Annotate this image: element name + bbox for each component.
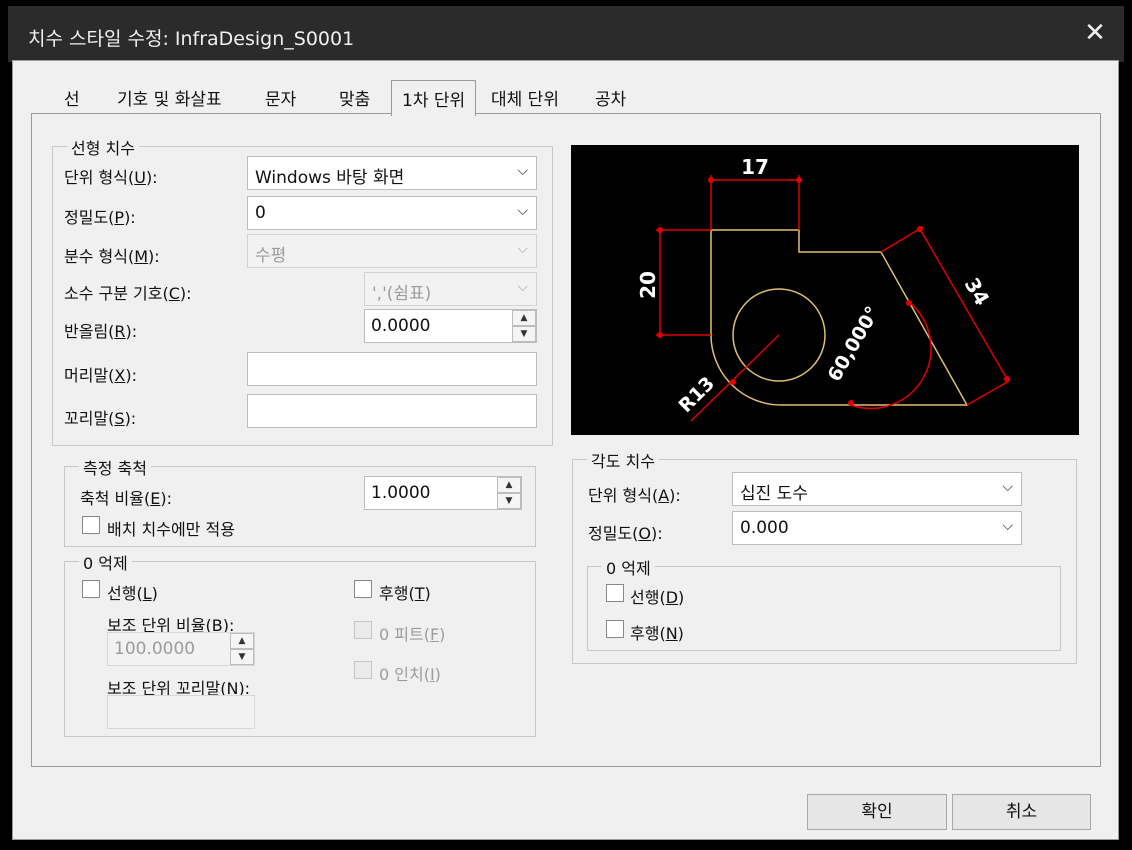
chevron-down-icon: ⌵: [1002, 518, 1013, 534]
unit-format-label: 단위 형식(U):: [64, 168, 158, 187]
leading-zero-label: 선행(L): [107, 584, 158, 603]
angular-trailing-zero-label: 후행(N): [630, 624, 684, 643]
round-off-input[interactable]: 0.0000 ▲ ▼: [364, 309, 537, 343]
decimal-separator-value: ','(쉼표): [372, 284, 432, 304]
window-title: 치수 스타일 수정: InfraDesign_S0001: [28, 28, 355, 50]
spin-down-icon[interactable]: ▼: [512, 326, 536, 342]
linear-group-label: 선형 치수: [67, 135, 139, 159]
preview-pane: 17 20 34 60,000° R13: [571, 145, 1079, 435]
spin-down-icon[interactable]: ▼: [497, 493, 521, 509]
round-off-spinner[interactable]: ▲ ▼: [512, 310, 536, 342]
angular-unit-format-value: 십진 도수: [740, 484, 808, 504]
precision-value: 0: [255, 203, 266, 223]
preview-drawing: 17 20 34 60,000° R13: [636, 155, 1010, 422]
tab-fit[interactable]: 맞춤: [339, 85, 370, 110]
preview-dim-top-text: 17: [741, 155, 769, 179]
tab-strip: 선 기호 및 화살표 문자 맞춤 1차 단위 대체 단위 공차: [13, 61, 1118, 116]
spin-down-icon[interactable]: ▼: [230, 649, 254, 665]
scale-factor-spinner[interactable]: ▲ ▼: [497, 477, 521, 509]
preview-dim-angle-text: 60,000°: [824, 303, 884, 386]
linear-zero-suppression-label: 0 억제: [79, 550, 132, 574]
zero-inches-label: 0 인치(I): [379, 665, 441, 684]
precision-select[interactable]: 0 ⌵: [247, 196, 537, 230]
spin-up-icon[interactable]: ▲: [497, 477, 521, 493]
dialog-window: 치수 스타일 수정: InfraDesign_S0001 ✕ 선 기호 및 화살…: [0, 0, 1132, 850]
scale-factor-value: 1.0000: [371, 483, 431, 503]
suffix-label: 꼬리말(S):: [64, 409, 137, 428]
scale-factor-input[interactable]: 1.0000 ▲ ▼: [364, 476, 522, 510]
tab-tolerances[interactable]: 공차: [595, 85, 626, 110]
trailing-zero-label: 후행(T): [379, 584, 431, 603]
round-off-value: 0.0000: [371, 316, 431, 336]
preview-dim-top: [710, 175, 800, 230]
prefix-label: 머리말(X):: [64, 366, 138, 385]
leading-zero-checkbox[interactable]: [82, 580, 100, 598]
chevron-down-icon: ⌵: [517, 203, 528, 219]
angular-precision-select[interactable]: 0.000 ⌵: [732, 511, 1022, 545]
angular-unit-format-select[interactable]: 십진 도수 ⌵: [732, 472, 1022, 506]
tab-alternate-units[interactable]: 대체 단위: [491, 85, 559, 110]
chevron-down-icon: ⌵: [517, 241, 528, 257]
measurement-scale-label: 측정 축척: [79, 455, 151, 479]
angular-group-label: 각도 치수: [587, 448, 659, 472]
angular-leading-zero-checkbox[interactable]: [606, 584, 624, 602]
zero-inches-checkbox[interactable]: [354, 661, 372, 679]
ok-button[interactable]: 확인: [807, 794, 947, 830]
fraction-format-label: 분수 형식(M):: [64, 247, 160, 266]
chevron-down-icon: ⌵: [517, 279, 528, 295]
title-bar: 치수 스타일 수정: InfraDesign_S0001 ✕: [8, 6, 1124, 62]
preview-dim-left-text: 20: [636, 271, 660, 299]
sub-unit-suffix-input[interactable]: [107, 695, 255, 729]
angular-precision-value: 0.000: [740, 518, 789, 538]
precision-label: 정밀도(P):: [64, 208, 136, 227]
angular-unit-format-label: 단위 형식(A):: [588, 486, 681, 505]
sub-unit-factor-value: 100.0000: [114, 639, 196, 659]
unit-format-select[interactable]: Windows 바탕 화면 ⌵: [247, 156, 537, 190]
layout-only-label: 배치 치수에만 적용: [107, 520, 235, 539]
spin-up-icon[interactable]: ▲: [230, 633, 254, 649]
preview-dim-radius-text: R13: [674, 372, 719, 417]
sub-unit-factor-input[interactable]: 100.0000 ▲ ▼: [107, 632, 255, 666]
round-off-label: 반올림(R):: [64, 322, 138, 341]
fraction-format-select[interactable]: 수평 ⌵: [247, 234, 537, 268]
tab-lines[interactable]: 선: [64, 85, 80, 110]
layout-only-checkbox[interactable]: [82, 516, 100, 534]
scale-factor-label: 축척 비율(E):: [80, 489, 172, 508]
sub-unit-factor-spinner[interactable]: ▲ ▼: [230, 633, 254, 665]
zero-feet-label: 0 피트(F): [379, 625, 446, 644]
close-icon[interactable]: ✕: [1080, 16, 1110, 50]
trailing-zero-checkbox[interactable]: [354, 580, 372, 598]
preview-dim-right: [880, 226, 1010, 406]
decimal-separator-label: 소수 구분 기호(C):: [64, 284, 192, 303]
fraction-format-value: 수평: [255, 246, 287, 266]
tab-symbols-arrows[interactable]: 기호 및 화살표: [117, 85, 222, 110]
zero-feet-checkbox[interactable]: [354, 621, 372, 639]
unit-format-value: Windows 바탕 화면: [255, 168, 405, 188]
preview-dim-left: [656, 229, 711, 336]
chevron-down-icon: ⌵: [517, 163, 528, 179]
tab-primary-units[interactable]: 1차 단위: [391, 80, 477, 116]
cancel-button[interactable]: 취소: [952, 794, 1091, 830]
decimal-separator-select[interactable]: ','(쉼표) ⌵: [364, 272, 537, 306]
angular-precision-label: 정밀도(O):: [588, 524, 663, 543]
angular-leading-zero-label: 선행(D): [630, 588, 685, 607]
tab-text[interactable]: 문자: [265, 85, 296, 110]
suffix-input[interactable]: [247, 394, 537, 428]
spin-up-icon[interactable]: ▲: [512, 310, 536, 326]
prefix-input[interactable]: [247, 352, 537, 386]
angular-zero-suppression-label: 0 억제: [602, 555, 655, 579]
angular-trailing-zero-checkbox[interactable]: [606, 620, 624, 638]
preview-dim-right-text: 34: [960, 273, 995, 309]
chevron-down-icon: ⌵: [1002, 479, 1013, 495]
